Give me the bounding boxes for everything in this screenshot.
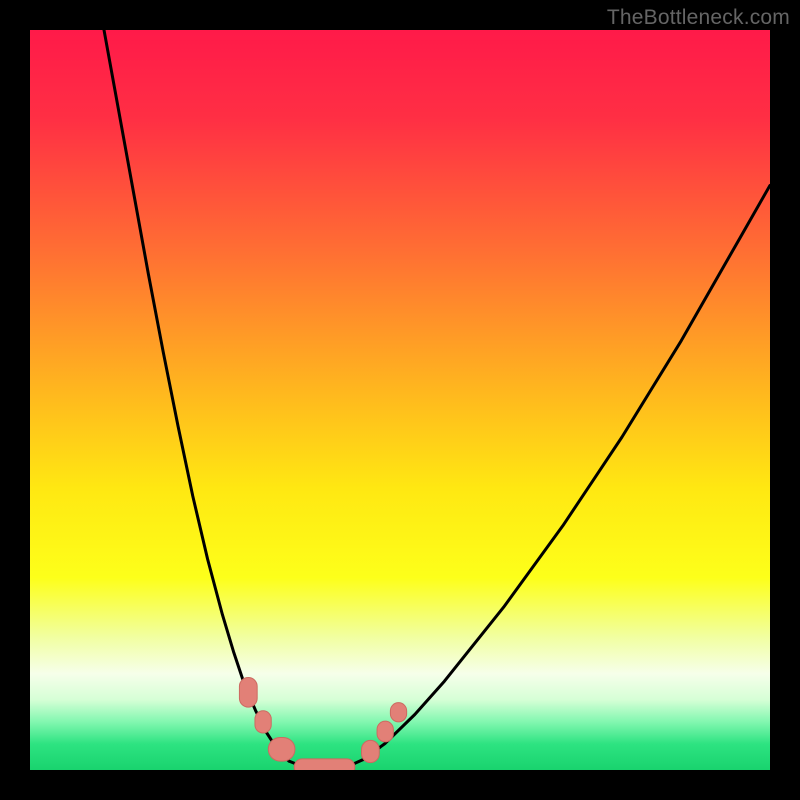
marker-point	[362, 740, 380, 762]
curve-right-branch	[363, 185, 770, 759]
plot-area	[30, 30, 770, 770]
marker-point	[268, 737, 295, 761]
marker-point	[390, 703, 406, 722]
outer-frame: TheBottleneck.com	[0, 0, 800, 800]
curve-left-branch	[104, 30, 289, 761]
marker-point	[377, 721, 393, 742]
marker-point	[255, 711, 271, 733]
marker-point	[239, 678, 257, 708]
highlight-markers	[239, 678, 406, 771]
bottleneck-curve	[30, 30, 770, 770]
marker-point	[294, 759, 355, 770]
watermark-text: TheBottleneck.com	[607, 6, 790, 30]
